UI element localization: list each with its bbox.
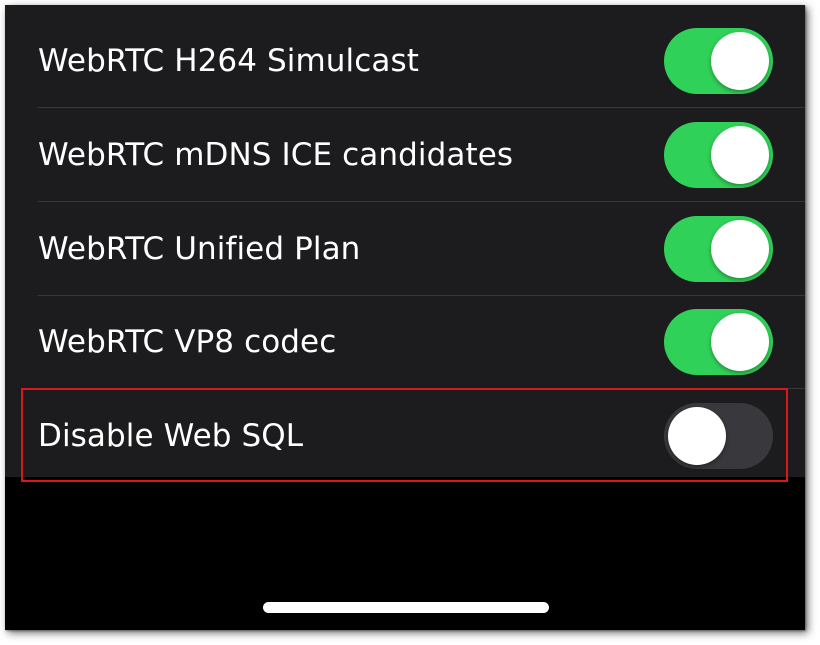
setting-row-disable-web-sql: Disable Web SQL [5,389,805,483]
toggle-knob [711,313,769,371]
setting-label: WebRTC mDNS ICE candidates [38,137,514,173]
toggle-switch-webrtc-vp8-codec[interactable] [664,309,773,375]
setting-label: WebRTC H264 Simulcast [38,43,420,79]
device-screen: WebRTC H264 Simulcast WebRTC mDNS ICE ca… [5,5,805,630]
setting-label: Disable Web SQL [38,418,304,454]
setting-label: WebRTC Unified Plan [38,231,361,267]
toggle-knob [711,126,769,184]
setting-row-webrtc-unified-plan: WebRTC Unified Plan [5,202,805,296]
setting-row-webrtc-h264-simulcast: WebRTC H264 Simulcast [5,14,805,108]
toggle-switch-webrtc-mdns-ice-candidates[interactable] [664,122,773,188]
toggle-knob [711,32,769,90]
toggle-knob [711,220,769,278]
setting-row-webrtc-mdns-ice-candidates: WebRTC mDNS ICE candidates [5,108,805,202]
toggle-switch-webrtc-unified-plan[interactable] [664,216,773,282]
setting-row-webrtc-vp8-codec: WebRTC VP8 codec [5,295,805,389]
setting-label: WebRTC VP8 codec [38,324,337,360]
toggle-switch-disable-web-sql[interactable] [664,403,773,469]
toggle-switch-webrtc-h264-simulcast[interactable] [664,28,773,94]
home-indicator[interactable] [263,602,549,613]
toggle-knob [668,407,726,465]
settings-list: WebRTC H264 Simulcast WebRTC mDNS ICE ca… [5,5,805,477]
